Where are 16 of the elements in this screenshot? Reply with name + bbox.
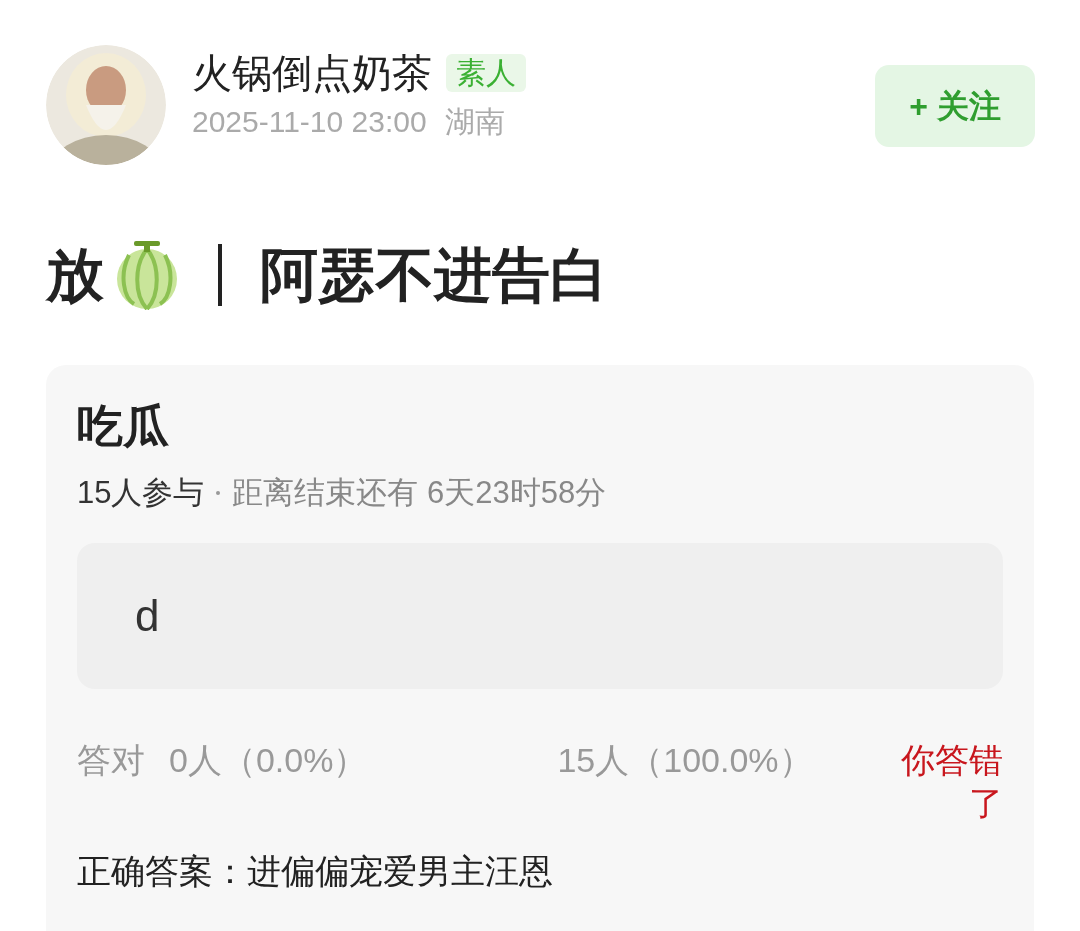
author-tag: 素人 bbox=[446, 54, 526, 92]
quiz-title: 吃瓜 bbox=[77, 403, 170, 449]
correct-label: 答对 bbox=[77, 740, 145, 781]
participant-count: 15人参与 bbox=[77, 477, 205, 508]
post-title: 阿瑟不进告白 bbox=[260, 246, 608, 304]
answer-option[interactable]: d bbox=[77, 543, 1003, 689]
author-name: 火锅倒点奶茶 bbox=[192, 53, 432, 93]
correct-count: 0人（0.0%） bbox=[169, 740, 368, 781]
wrong-count: 15人（100.0%） bbox=[557, 740, 813, 781]
correct-answer: 正确答案：进偏偏宠爱男主汪恩 bbox=[77, 854, 554, 888]
melon-icon bbox=[114, 240, 180, 310]
post-title-prefix: 放 bbox=[46, 246, 104, 304]
post-location: 湖南 bbox=[444, 107, 505, 137]
result-text: 你答错了 bbox=[900, 740, 1003, 824]
time-remaining: 距离结束还有 6天23时58分 bbox=[232, 477, 607, 508]
post-time: 2025-11-10 23:00 bbox=[192, 107, 427, 137]
